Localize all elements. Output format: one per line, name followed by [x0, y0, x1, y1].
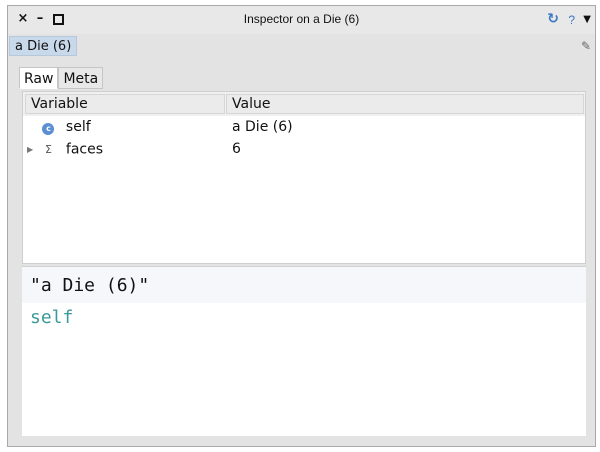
inspector-window: × – Inspector on a Die (6) ↻ ? ▼ a Die (… — [7, 5, 596, 447]
object-tab[interactable]: a Die (6) — [9, 36, 78, 56]
inspector-pane: Raw Meta Variable Value c self a Die (6)… — [16, 64, 588, 440]
view-tabs: Raw Meta — [19, 67, 104, 89]
variable-name: self — [65, 119, 91, 135]
tab-raw[interactable]: Raw — [19, 67, 59, 89]
object-tab-bar: a Die (6) ✎ — [8, 34, 595, 58]
refresh-icon[interactable]: ↻ — [547, 11, 559, 27]
chevron-down-icon[interactable]: ▼ — [583, 14, 591, 25]
variables-table: Variable Value c self a Die (6) ▶ Σ face… — [22, 91, 586, 264]
code-editor[interactable]: "a Die (6)" self — [22, 266, 586, 436]
table-header: Variable Value — [23, 92, 585, 116]
class-icon: c — [41, 118, 55, 136]
title-bar[interactable]: × – Inspector on a Die (6) ↻ ? ▼ — [8, 6, 595, 34]
window-title: Inspector on a Die (6) — [243, 12, 360, 26]
tab-meta[interactable]: Meta — [58, 67, 104, 89]
help-button[interactable]: ? — [568, 13, 575, 27]
variable-cell: c self — [27, 118, 91, 136]
column-header-value[interactable]: Value — [226, 94, 584, 114]
variable-name: faces — [65, 141, 104, 158]
table-row[interactable]: ▶ Σ faces 6 — [23, 138, 585, 160]
code-line-2[interactable]: self — [30, 307, 73, 328]
variable-cell: ▶ Σ faces — [27, 140, 103, 158]
code-line-1[interactable]: "a Die (6)" — [30, 275, 149, 296]
sigma-icon: Σ — [44, 143, 52, 156]
value-cell: 6 — [232, 141, 241, 157]
pencil-icon[interactable]: ✎ — [581, 39, 591, 53]
column-header-variable[interactable]: Variable — [25, 94, 225, 114]
value-cell: a Die (6) — [232, 119, 293, 135]
expand-arrow-icon[interactable]: ▶ — [27, 141, 37, 159]
table-row[interactable]: c self a Die (6) — [23, 116, 585, 138]
